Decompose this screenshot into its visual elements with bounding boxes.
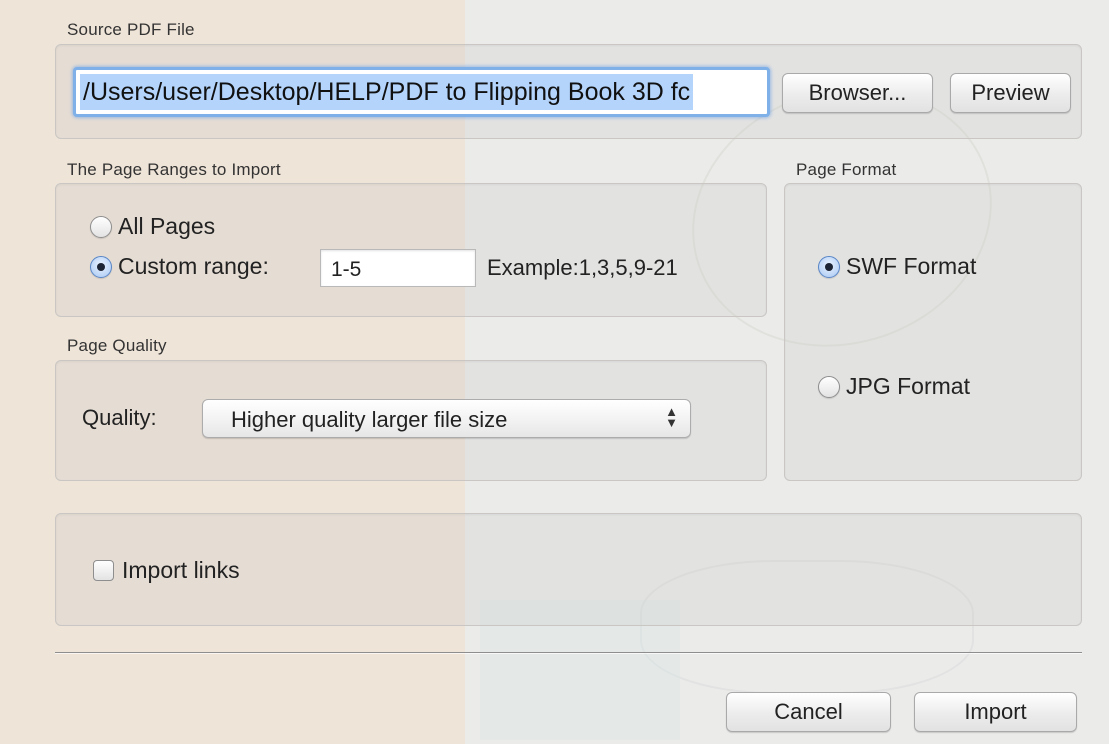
pdf-path-text: /Users/user/Desktop/HELP/PDF to Flipping… (80, 74, 694, 110)
footer-divider (55, 652, 1082, 653)
all-pages-radio[interactable] (90, 215, 112, 238)
custom-range-label: Custom range: (118, 253, 269, 279)
custom-range-option[interactable]: Custom range: (90, 253, 269, 280)
page-format-group-label: Page Format (796, 160, 897, 179)
jpg-format-label: JPG Format (846, 373, 970, 399)
jpg-format-radio[interactable] (818, 375, 840, 398)
pdf-path-input[interactable]: /Users/user/Desktop/HELP/PDF to Flipping… (73, 67, 770, 117)
cancel-button[interactable]: Cancel (726, 692, 891, 732)
source-pdf-group-label: Source PDF File (67, 20, 195, 39)
quality-select-value: Higher quality larger file size (231, 407, 508, 432)
custom-range-radio[interactable] (90, 255, 112, 278)
import-links-option[interactable]: Import links (93, 557, 240, 584)
all-pages-option[interactable]: All Pages (90, 213, 215, 240)
browse-button[interactable]: Browser... (782, 73, 933, 113)
page-quality-group-label: Page Quality (67, 336, 167, 355)
quality-select[interactable]: Higher quality larger file size ▲ ▼ (202, 399, 691, 438)
quality-label: Quality: (82, 405, 157, 430)
preview-button[interactable]: Preview (950, 73, 1071, 113)
all-pages-label: All Pages (118, 213, 216, 239)
page-format-group (784, 183, 1082, 481)
select-arrows-icon: ▲ ▼ (665, 404, 678, 430)
swf-format-radio[interactable] (818, 255, 840, 278)
import-links-label: Import links (122, 557, 240, 583)
swf-format-option[interactable]: SWF Format (818, 253, 976, 280)
custom-range-input[interactable]: 1-5 (320, 249, 476, 287)
import-links-checkbox[interactable] (93, 560, 114, 581)
import-button[interactable]: Import (914, 692, 1077, 732)
range-example-text: Example:1,3,5,9-21 (487, 255, 678, 280)
jpg-format-option[interactable]: JPG Format (818, 373, 970, 400)
page-ranges-group-label: The Page Ranges to Import (67, 160, 281, 179)
swf-format-label: SWF Format (846, 253, 977, 279)
